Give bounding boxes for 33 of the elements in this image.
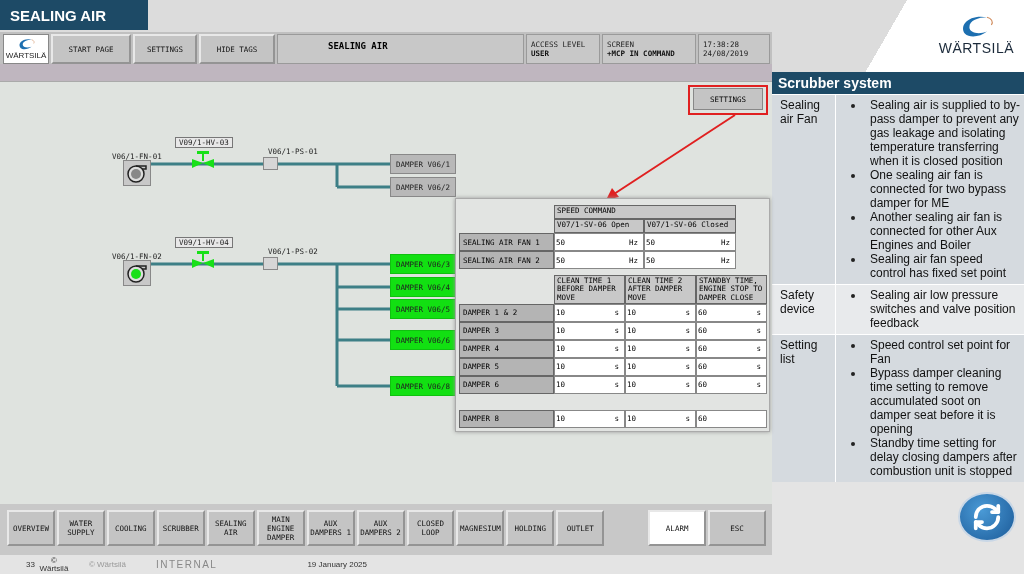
- bullet-icon: [851, 372, 855, 376]
- bullet-text: Sealing air fan speed control has fixed set point: [870, 252, 1008, 280]
- copyright-text: Wärtsilä: [39, 564, 69, 573]
- bullet-text: Sealing air is supplied to by-pass damper to prevent any gas leakage and isolating temperature transferring when it is closed position: [870, 98, 1022, 168]
- bullet-text: Bypass damper cleaning time setting to remove accumulated soot on damper seat before it is opening: [870, 366, 1003, 436]
- bullet-text: Sealing air low pressure switches and valve position feedback: [870, 288, 1017, 330]
- slide-title: SEALING AIR: [0, 0, 148, 30]
- fan-icon[interactable]: [123, 260, 151, 286]
- logo-text: WÄRTSILÄ: [938, 40, 1014, 57]
- bullet-icon: [851, 174, 855, 178]
- fan-icon[interactable]: [123, 160, 151, 186]
- copyright-text: © Wärtsilä: [88, 560, 126, 569]
- footer-date: 19 January 2025: [307, 560, 367, 569]
- logo-text: WÄRTSILÄ: [5, 51, 47, 61]
- bullet-icon: [851, 442, 855, 446]
- refresh-icon: [972, 502, 1002, 532]
- bullet-icon: [851, 344, 855, 348]
- bullet-text: Speed control set point for Fan: [870, 338, 1012, 366]
- page-number: 33: [26, 560, 35, 569]
- row-label: Setting list: [772, 335, 836, 482]
- bullet-text: Standby time setting for delay closing dampers after combustion unit is stopped: [870, 436, 1018, 478]
- copyright-text: ©: [50, 556, 57, 565]
- screen-title: SEALING AIR: [277, 34, 524, 64]
- bullet-text: One sealing air fan is connected for two bypass damper for ME: [870, 168, 1008, 210]
- pressure-switch-icon: [263, 157, 278, 170]
- bullet-text: Another sealing air fan is connected for other Aux Engines and Boiler: [870, 210, 1004, 252]
- bullet-icon: [851, 104, 855, 108]
- bullet-icon: [851, 258, 855, 262]
- classification-label: INTERNAL: [155, 559, 218, 570]
- pressure-switch-icon: [263, 257, 278, 270]
- table-title: Scrubber system: [772, 72, 1024, 94]
- bullet-icon: [851, 216, 855, 220]
- bullet-icon: [851, 294, 855, 298]
